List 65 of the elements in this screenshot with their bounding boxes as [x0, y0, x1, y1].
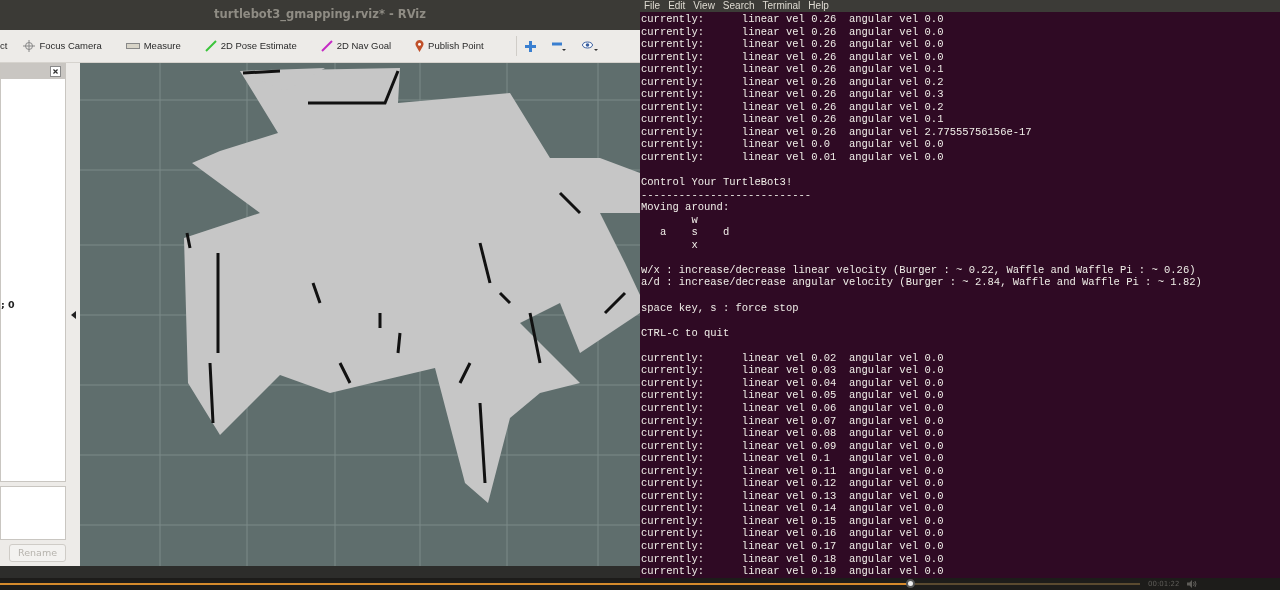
- terminal-line: currently: linear vel 0.26 angular vel 0.1: [641, 63, 944, 76]
- menu-item[interactable]: Terminal: [762, 0, 801, 12]
- terminal-line: a s d: [658, 226, 730, 239]
- terminal-line: w: [690, 213, 698, 226]
- terminal-line: currently: linear vel 0.15 angular vel 0.0: [641, 514, 944, 527]
- terminal-line: currently: linear vel 0.12 angular vel 0.0: [641, 477, 944, 490]
- terminal-line: space key, s : force stop: [641, 301, 799, 314]
- terminal-line: ---------------------------: [641, 188, 812, 201]
- terminal-line: a/d : increase/decrease angular velocity (Burger : ~ 2.84, Waffle and Waffle Pi : ~ 1.82): [641, 276, 1202, 289]
- terminal-line: currently: linear vel 0.11 angular vel 0.0: [641, 464, 944, 477]
- terminal-line: currently: linear vel 0.05 angular vel 0.0: [641, 389, 944, 402]
- terminal-line: x: [690, 238, 698, 251]
- window-title: turtlebot3_gmapping.rviz* - RViz: [214, 6, 426, 24]
- toolbar-tool[interactable]: Publish Point: [415, 38, 484, 54]
- terminal-line: CTRL-C to quit: [641, 326, 730, 339]
- minus-icon[interactable]: [551, 41, 566, 51]
- toolbar-tool[interactable]: 2D Pose Estimate: [204, 38, 297, 54]
- menu-item[interactable]: View: [693, 0, 715, 12]
- terminal-line: currently: linear vel 0.26 angular vel 0.0: [641, 50, 944, 63]
- terminal-line: w/x : increase/decrease linear velocity (Burger : ~ 0.22, Waffle and Waffle Pi : ~ 0.26): [641, 263, 1196, 276]
- terminal-line: currently: linear vel 0.19 angular vel 0.0: [641, 565, 944, 578]
- eye-icon[interactable]: [581, 41, 598, 51]
- map-pin-icon: [415, 40, 425, 52]
- terminal-line: currently: linear vel 0.07 angular vel 0.0: [641, 414, 944, 427]
- terminal-line: currently: linear vel 0.1 angular vel 0.0: [641, 452, 944, 465]
- close-icon[interactable]: [50, 66, 61, 77]
- menu-item[interactable]: Edit: [668, 0, 686, 12]
- terminal-line: currently: linear vel 0.09 angular vel 0.0: [641, 439, 944, 452]
- collapse-arrow-icon[interactable]: [70, 310, 76, 319]
- volume-icon[interactable]: [1187, 580, 1198, 588]
- terminal-line: currently: linear vel 0.26 angular vel 0.0: [641, 25, 944, 38]
- terminal-line: currently: linear vel 0.0 angular vel 0.0: [641, 138, 944, 151]
- terminal-line: currently: linear vel 0.26 angular vel 0.2: [641, 100, 944, 113]
- terminal-line: currently: linear vel 0.16 angular vel 0.0: [641, 527, 944, 540]
- terminal-line: currently: linear vel 0.06 angular vel 0.0: [641, 401, 944, 414]
- menu-item[interactable]: Search: [722, 0, 755, 12]
- move-icon[interactable]: [524, 40, 536, 52]
- terminal-line: currently: linear vel 0.17 angular vel 0.0: [641, 539, 944, 552]
- terminal-line: currently: linear vel 0.01 angular vel 0.0: [641, 151, 944, 163]
- terminal-line: currently: linear vel 0.26 angular vel 0.1: [641, 113, 944, 126]
- terminal-line: currently: linear vel 0.26 angular vel 0.3: [641, 88, 944, 101]
- terminal-line: currently: linear vel 0.26 angular vel 0.0: [641, 13, 944, 25]
- terminal-line: currently: linear vel 0.26 angular vel 2.77555756156e-17: [641, 125, 1032, 138]
- crosshair-icon: [23, 40, 36, 52]
- terminal-line: currently: linear vel 0.03 angular vel 0.0: [641, 364, 944, 377]
- terminal-line: currently: linear vel 0.18 angular vel 0.0: [641, 552, 944, 565]
- video-progress-handle[interactable]: [906, 579, 915, 588]
- terminal-line: Moving around:: [641, 201, 730, 214]
- terminal-line: Control Your TurtleBot3!: [641, 176, 793, 189]
- description-panel: [0, 485, 66, 540]
- terminal-line: currently: linear vel 0.02 angular vel 0.0: [641, 351, 944, 364]
- terminal-line: currently: linear vel 0.04 angular vel 0.0: [641, 376, 944, 389]
- toolbar-tool[interactable]: 2D Nav Goal: [320, 38, 392, 54]
- terminal-line: currently: linear vel 0.13 angular vel 0.0: [641, 489, 944, 502]
- panel-text: ; 0: [1, 300, 15, 310]
- terminal-line: currently: linear vel 0.14 angular vel 0.0: [641, 502, 944, 515]
- terminal-line: currently: linear vel 0.08 angular vel 0.0: [641, 427, 944, 440]
- toolbar-tool[interactable]: Focus Camera: [23, 38, 102, 54]
- toolbar-tool[interactable]: ct: [0, 38, 8, 54]
- terminal-line: currently: linear vel 0.26 angular vel 0.2: [641, 75, 944, 88]
- toolbar-tool[interactable]: Measure: [125, 38, 181, 54]
- menu-item[interactable]: File: [644, 0, 661, 12]
- terminal-line: currently: linear vel 0.26 angular vel 0.0: [641, 38, 944, 51]
- menu-item[interactable]: Help: [808, 0, 829, 12]
- ruler-icon: [125, 43, 140, 49]
